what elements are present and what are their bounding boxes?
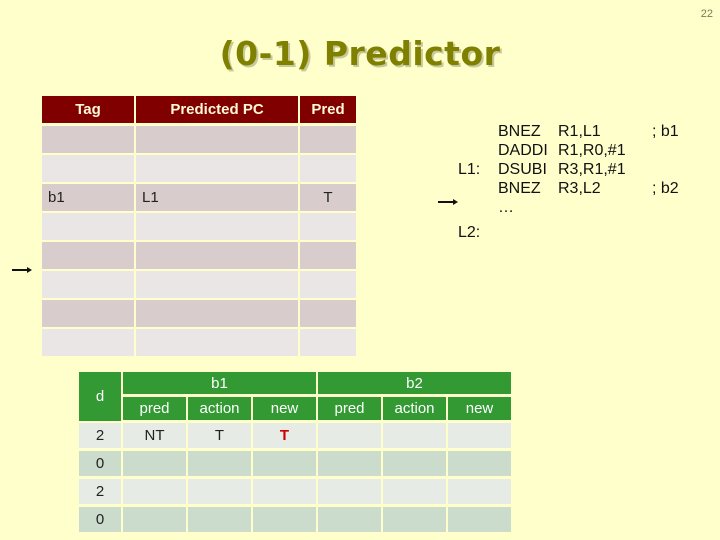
b2-pred-cell — [318, 507, 381, 532]
trace-table: d b1 b2 pred action new pred action new … — [79, 372, 511, 535]
b1-pred-cell: NT — [123, 423, 186, 448]
slide-title: (0-1) Predictor — [219, 34, 501, 73]
code-operands: R3,L2 — [558, 180, 601, 197]
pred-cell — [300, 329, 356, 356]
tag-cell — [42, 213, 134, 240]
header-b1-pred: pred — [123, 397, 186, 420]
header-b1-new: new — [253, 397, 316, 420]
header-b2-action: action — [383, 397, 446, 420]
code-label: L2: — [458, 224, 481, 241]
predicted-pc-cell — [136, 242, 298, 269]
code-label: L1: — [458, 161, 481, 178]
code-comment: ; b2 — [652, 180, 679, 197]
b2-action-cell — [383, 451, 446, 476]
table-row — [42, 213, 356, 240]
table-row — [42, 329, 356, 356]
d-cell: 0 — [79, 507, 121, 532]
b2-new-cell — [448, 451, 511, 476]
code-operands: R1,R0,#1 — [558, 142, 626, 159]
b1-action-cell — [188, 479, 251, 504]
pred-cell — [300, 155, 356, 182]
tag-cell — [42, 329, 134, 356]
b2-new-cell — [448, 507, 511, 532]
b2-pred-cell — [318, 451, 381, 476]
pred-cell — [300, 271, 356, 298]
code-operands: R3,R1,#1 — [558, 161, 626, 178]
table-row — [42, 271, 356, 298]
predictor-table: Tag Predicted PC Pred b1 L1 T — [42, 96, 356, 358]
predicted-pc-cell: L1 — [136, 184, 298, 211]
code-opcode: DSUBI — [498, 161, 547, 178]
tag-cell — [42, 126, 134, 153]
b1-action-cell: T — [188, 423, 251, 448]
header-predicted-pc: Predicted PC — [136, 96, 298, 123]
b1-new-cell: T — [253, 423, 316, 448]
b1-new-cell — [253, 479, 316, 504]
pred-cell: T — [300, 184, 356, 211]
code-comment: ; b1 — [652, 123, 679, 140]
tag-cell — [42, 242, 134, 269]
b1-new-cell — [253, 507, 316, 532]
pred-cell — [300, 300, 356, 327]
b1-pred-cell — [123, 451, 186, 476]
b2-action-cell — [383, 479, 446, 504]
b1-pred-cell — [123, 479, 186, 504]
b1-action-cell — [188, 507, 251, 532]
code-opcode: BNEZ — [498, 180, 541, 197]
d-cell: 0 — [79, 451, 121, 476]
predicted-pc-cell — [136, 126, 298, 153]
header-b2-new: new — [448, 397, 511, 420]
tag-cell — [42, 155, 134, 182]
code-opcode: BNEZ — [498, 123, 541, 140]
b2-action-cell — [383, 423, 446, 448]
header-pred: Pred — [300, 96, 356, 123]
predicted-pc-cell — [136, 271, 298, 298]
b1-new-cell — [253, 451, 316, 476]
code-opcode: … — [498, 199, 514, 216]
d-cell: 2 — [79, 423, 121, 448]
trace-group-header: b1 b2 — [79, 372, 511, 394]
header-b1-action: action — [188, 397, 251, 420]
predicted-pc-cell — [136, 155, 298, 182]
table-row: 2 — [79, 479, 511, 504]
table-row: 0 — [79, 451, 511, 476]
predicted-pc-cell — [136, 213, 298, 240]
pred-cell — [300, 126, 356, 153]
b2-new-cell — [448, 479, 511, 504]
pred-cell — [300, 213, 356, 240]
predictor-table-header: Tag Predicted PC Pred — [42, 96, 356, 123]
table-row: 2 NT T T — [79, 423, 511, 448]
table-row: 0 — [79, 507, 511, 532]
trace-sub-header: pred action new pred action new — [79, 397, 511, 420]
pred-cell — [300, 242, 356, 269]
predicted-pc-cell — [136, 329, 298, 356]
table-row — [42, 242, 356, 269]
header-group-b2: b2 — [318, 372, 511, 394]
header-b2-pred: pred — [318, 397, 381, 420]
table-row — [42, 300, 356, 327]
table-row — [42, 155, 356, 182]
predicted-pc-cell — [136, 300, 298, 327]
page-number: 22 — [700, 8, 713, 20]
tag-cell: b1 — [42, 184, 134, 211]
b2-action-cell — [383, 507, 446, 532]
d-cell: 2 — [79, 479, 121, 504]
table-row — [42, 126, 356, 153]
header-group-b1: b1 — [123, 372, 316, 394]
code-opcode: DADDI — [498, 142, 548, 159]
header-tag: Tag — [42, 96, 134, 123]
b2-pred-cell — [318, 423, 381, 448]
instruction-pointer-arrow-icon — [438, 199, 458, 205]
tag-cell — [42, 300, 134, 327]
b2-pred-cell — [318, 479, 381, 504]
b1-pred-cell — [123, 507, 186, 532]
table-pointer-arrow-icon — [12, 267, 32, 273]
b2-new-cell — [448, 423, 511, 448]
table-row: b1 L1 T — [42, 184, 356, 211]
b1-action-cell — [188, 451, 251, 476]
tag-cell — [42, 271, 134, 298]
header-d: d — [79, 372, 121, 421]
code-operands: R1,L1 — [558, 123, 601, 140]
